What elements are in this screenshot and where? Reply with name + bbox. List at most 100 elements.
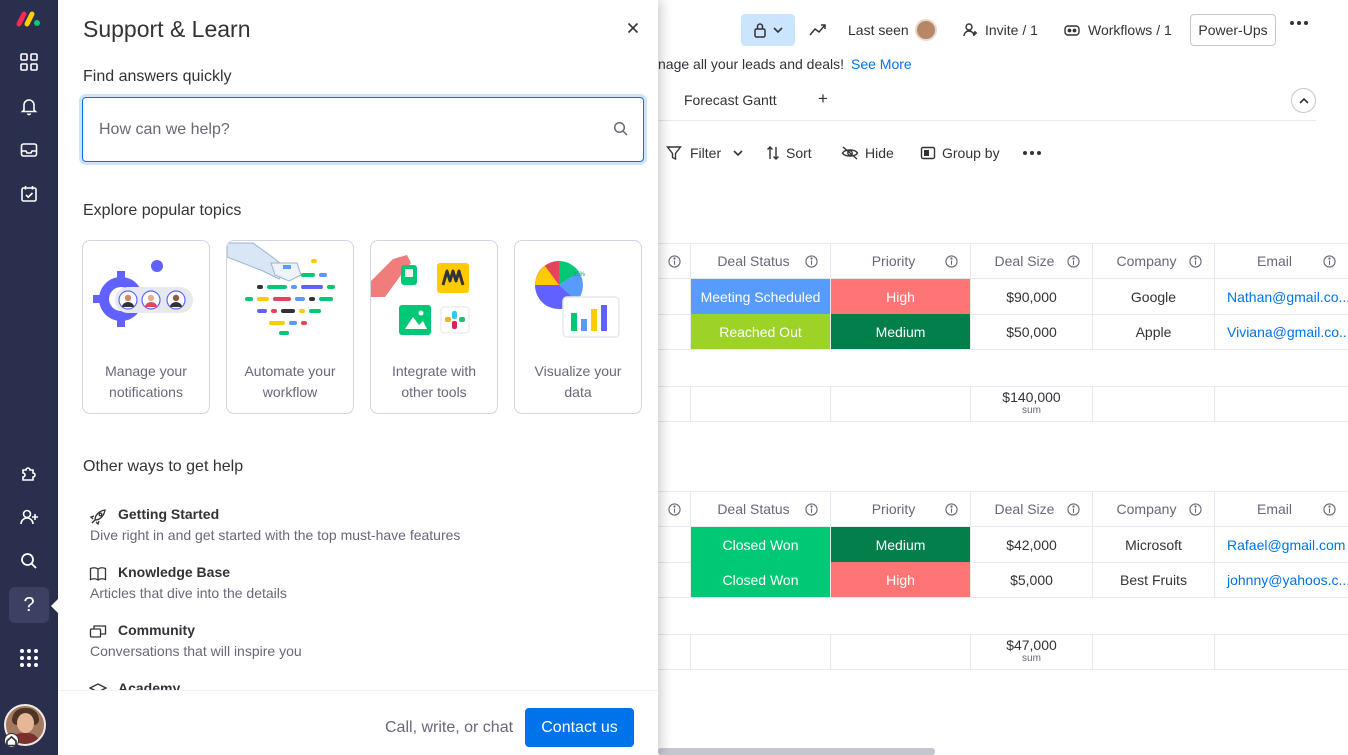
deal-size-cell[interactable]: $50,000 xyxy=(971,314,1093,350)
info-icon[interactable] xyxy=(945,503,958,516)
company-cell[interactable]: Best Fruits xyxy=(1093,562,1215,598)
priority-cell[interactable]: High xyxy=(831,279,971,315)
notifications-bell-icon[interactable] xyxy=(9,88,49,124)
column-header-email[interactable]: Email xyxy=(1215,243,1348,279)
info-icon[interactable] xyxy=(945,255,958,268)
summary-row: $140,000 sum xyxy=(658,386,1348,422)
activity-button[interactable] xyxy=(809,14,827,46)
help-search-input[interactable] xyxy=(99,120,599,139)
lock-icon xyxy=(754,23,766,38)
email-cell[interactable]: johnny@yahoos.c... xyxy=(1215,562,1348,598)
column-header-deal-size[interactable]: Deal Size xyxy=(971,491,1093,527)
inbox-icon[interactable] xyxy=(9,132,49,168)
add-view-button[interactable]: + xyxy=(818,89,828,109)
help-item-desc: Articles that dive into the details xyxy=(90,585,287,601)
apps-puzzle-icon[interactable] xyxy=(9,455,49,491)
company-cell[interactable]: Google xyxy=(1093,279,1215,315)
tab-forecast-gantt[interactable]: Forecast Gantt xyxy=(684,92,777,108)
help-icon[interactable]: ? xyxy=(9,587,49,623)
topic-card-notifications[interactable]: Manage your notifications xyxy=(82,240,210,414)
chevron-down-icon xyxy=(733,149,743,156)
topic-card-automations[interactable]: Automate your workflow xyxy=(226,240,354,414)
board-controls-more-icon[interactable] xyxy=(1023,151,1041,155)
email-cell[interactable]: Rafael@gmail.com xyxy=(1215,527,1348,563)
priority-cell[interactable]: Medium xyxy=(831,314,971,350)
column-header-company[interactable]: Company xyxy=(1093,491,1215,527)
column-header-company[interactable]: Company xyxy=(1093,243,1215,279)
info-icon[interactable] xyxy=(805,503,818,516)
info-icon[interactable] xyxy=(1189,255,1202,268)
contact-us-button[interactable]: Contact us xyxy=(525,708,634,747)
group-by-button[interactable]: Group by xyxy=(920,142,1000,164)
my-work-icon[interactable] xyxy=(9,176,49,212)
powerups-button[interactable]: Power-Ups xyxy=(1190,14,1276,46)
hide-button[interactable]: Hide xyxy=(841,142,894,164)
search-icon[interactable] xyxy=(613,121,629,137)
sum-value: $140,000 xyxy=(1002,389,1061,405)
chart-percent-badge: 35% xyxy=(573,272,586,278)
info-icon[interactable] xyxy=(1067,503,1080,516)
data-charts-illustration: 35% xyxy=(534,261,620,338)
info-icon[interactable] xyxy=(1067,255,1080,268)
column-header-priority[interactable]: Priority xyxy=(831,491,971,527)
search-icon[interactable] xyxy=(9,543,49,579)
close-icon[interactable] xyxy=(623,18,643,38)
status-cell[interactable]: Meeting Scheduled xyxy=(691,279,831,315)
deal-size-cell[interactable]: $5,000 xyxy=(971,562,1093,598)
chevron-up-icon xyxy=(1298,97,1309,104)
email-cell[interactable]: Nathan@gmail.co... xyxy=(1215,279,1348,315)
sort-button[interactable]: Sort xyxy=(766,142,812,164)
status-cell[interactable]: Closed Won xyxy=(691,527,831,563)
column-header-label: Email xyxy=(1256,501,1292,517)
panel-footer: Call, write, or chat Contact us xyxy=(58,690,658,755)
last-seen-avatar xyxy=(914,19,937,41)
info-icon[interactable] xyxy=(1189,503,1202,516)
topic-card-integrations[interactable]: Integrate with other tools xyxy=(370,240,498,414)
filter-button[interactable]: Filter xyxy=(666,142,743,164)
priority-cell[interactable]: High xyxy=(831,562,971,598)
column-header-deal-status[interactable]: Deal Status xyxy=(691,243,831,279)
info-icon[interactable] xyxy=(1323,255,1336,268)
sum-label: sum xyxy=(1022,653,1041,664)
table-row: Closed Won High $5,000 Best Fruits johnn… xyxy=(658,562,1348,598)
chat-bubbles-icon xyxy=(89,625,107,638)
info-icon[interactable] xyxy=(667,502,681,516)
topic-card-dashboards[interactable]: 35% Visualize your data xyxy=(514,240,642,414)
invite-members-icon[interactable] xyxy=(9,499,49,535)
board-area: Last seen Invite / 1 Workflows / 1 Power… xyxy=(658,0,1348,755)
info-icon[interactable] xyxy=(1323,503,1336,516)
workspaces-icon[interactable] xyxy=(9,44,49,80)
monday-logo-icon[interactable] xyxy=(9,4,49,30)
column-header-label: Deal Size xyxy=(994,501,1055,517)
company-cell[interactable]: Apple xyxy=(1093,314,1215,350)
status-cell[interactable]: Reached Out xyxy=(691,314,831,350)
product-switcher-icon[interactable] xyxy=(9,640,49,676)
eye-off-icon xyxy=(841,146,859,160)
see-more-link[interactable]: See More xyxy=(851,56,912,72)
invite-label: Invite / 1 xyxy=(985,22,1038,38)
last-seen-button[interactable]: Last seen xyxy=(848,14,937,46)
filter-icon xyxy=(666,146,682,161)
deal-size-cell[interactable]: $42,000 xyxy=(971,527,1093,563)
deal-size-cell[interactable]: $90,000 xyxy=(971,279,1093,315)
collapse-header-button[interactable] xyxy=(1291,88,1316,113)
horizontal-scrollbar[interactable] xyxy=(658,748,935,755)
help-item-title: Knowledge Base xyxy=(118,564,231,580)
company-cell[interactable]: Microsoft xyxy=(1093,527,1215,563)
more-options-icon[interactable] xyxy=(1290,21,1308,25)
column-header-email[interactable]: Email xyxy=(1215,491,1348,527)
board-permissions-button[interactable] xyxy=(741,14,795,46)
priority-cell[interactable]: Medium xyxy=(831,527,971,563)
last-seen-label: Last seen xyxy=(848,22,909,38)
workflows-button[interactable]: Workflows / 1 xyxy=(1063,14,1172,46)
column-header-priority[interactable]: Priority xyxy=(831,243,971,279)
left-nav-rail: ? xyxy=(0,0,58,755)
column-header-deal-size[interactable]: Deal Size xyxy=(971,243,1093,279)
info-icon[interactable] xyxy=(805,255,818,268)
column-header-deal-status[interactable]: Deal Status xyxy=(691,491,831,527)
footer-contact-text: Call, write, or chat xyxy=(385,719,514,736)
status-cell[interactable]: Closed Won xyxy=(691,562,831,598)
email-cell[interactable]: Viviana@gmail.co... xyxy=(1215,314,1348,350)
info-icon[interactable] xyxy=(667,254,681,268)
invite-button[interactable]: Invite / 1 xyxy=(962,14,1038,46)
